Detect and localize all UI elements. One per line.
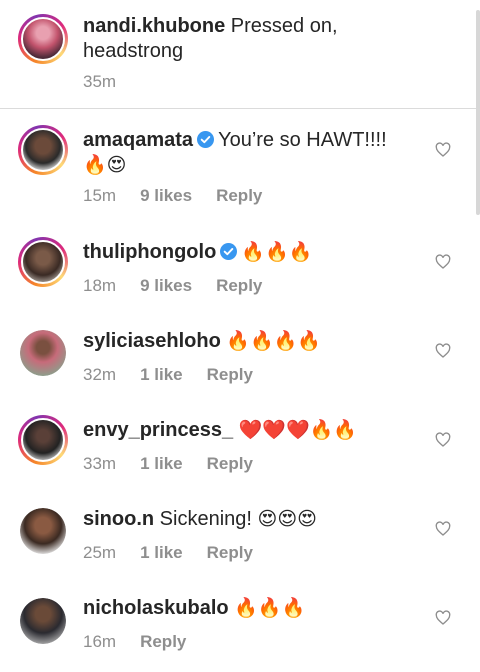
reply-button[interactable]: Reply — [216, 276, 262, 296]
heart-icon[interactable] — [435, 521, 451, 537]
comment-text: syliciasehloho 🔥🔥🔥🔥 — [83, 329, 321, 354]
comment-emojis: 😍😍😍 — [257, 509, 317, 530]
reply-button[interactable]: Reply — [216, 186, 262, 206]
comment-time: 33m — [83, 454, 117, 473]
comment-username[interactable]: syliciasehloho — [83, 330, 221, 352]
comment-text: amaqamata You’re so HAWT!!!! — [83, 128, 387, 153]
comment-emojis: 🔥🔥🔥 — [234, 598, 306, 619]
avatar[interactable] — [18, 415, 68, 465]
likes-count[interactable]: 9 likes — [140, 186, 192, 206]
avatar[interactable] — [18, 237, 68, 287]
comment-time: 18m — [83, 276, 117, 295]
caption-body: Pressed on, — [230, 15, 338, 37]
comment-text: nicholaskubalo 🔥🔥🔥 — [83, 596, 305, 621]
comment-body: You’re so HAWT!!!! — [218, 129, 387, 151]
comment-meta: 25m 1 like Reply — [83, 543, 277, 563]
avatar[interactable] — [20, 598, 66, 644]
caption-body-line2: headstrong — [83, 40, 184, 62]
reply-button[interactable]: Reply — [207, 543, 253, 563]
comment-meta: 16m Reply — [83, 632, 210, 652]
comment-meta: 33m 1 like Reply — [83, 454, 277, 474]
likes-count[interactable]: 1 like — [140, 454, 183, 474]
likes-count[interactable]: 1 like — [140, 365, 183, 385]
comment-text: envy_princess_ ❤️❤️❤️🔥🔥 — [83, 418, 357, 443]
comment-time: 25m — [83, 543, 117, 562]
reply-button[interactable]: Reply — [207, 365, 253, 385]
heart-icon[interactable] — [435, 610, 451, 626]
caption-text: nandi.khubone Pressed on, — [83, 14, 338, 39]
comment-text: sinoo.n Sickening! 😍😍😍 — [83, 507, 317, 532]
comment-username[interactable]: amaqamata — [83, 129, 193, 151]
caption-time: 35m — [83, 72, 117, 91]
avatar[interactable] — [18, 125, 68, 175]
heart-icon[interactable] — [435, 254, 451, 270]
heart-icon[interactable] — [435, 343, 451, 359]
comment-username[interactable]: thuliphongolo — [83, 241, 216, 263]
comment-meta: 18m 9 likes Reply — [83, 276, 286, 296]
verified-badge-icon — [220, 243, 238, 260]
likes-count[interactable]: 9 likes — [140, 276, 192, 296]
comment-emojis: ❤️❤️❤️🔥🔥 — [238, 420, 357, 441]
comment-meta: 32m 1 like Reply — [83, 365, 277, 385]
avatar[interactable] — [20, 330, 66, 376]
comment-time: 15m — [83, 186, 117, 205]
comment-text: thuliphongolo 🔥🔥🔥 — [83, 240, 312, 265]
heart-icon[interactable] — [435, 432, 451, 448]
comment-time: 32m — [83, 365, 117, 384]
post-caption: nandi.khubone Pressed on, headstrong 35m — [0, 0, 476, 109]
comment-emojis: 🔥🔥🔥🔥 — [226, 331, 322, 352]
scrollbar[interactable] — [476, 10, 480, 215]
comment-username[interactable]: sinoo.n — [83, 508, 154, 530]
caption-username[interactable]: nandi.khubone — [83, 15, 225, 37]
reply-button[interactable]: Reply — [140, 632, 186, 652]
avatar[interactable] — [20, 508, 66, 554]
heart-icon[interactable] — [435, 142, 451, 158]
verified-badge-icon — [197, 131, 215, 148]
comment-username[interactable]: nicholaskubalo — [83, 597, 229, 619]
comment-emojis: 🔥🔥🔥 — [241, 242, 313, 263]
likes-count[interactable]: 1 like — [140, 543, 183, 563]
avatar[interactable] — [18, 14, 68, 64]
comment-emojis: 🔥😍 — [83, 155, 127, 176]
comment-meta: 15m 9 likes Reply — [83, 186, 286, 206]
reply-button[interactable]: Reply — [207, 454, 253, 474]
comment-body: Sickening! — [159, 508, 252, 530]
comment-username[interactable]: envy_princess_ — [83, 419, 233, 441]
comment-time: 16m — [83, 632, 117, 651]
